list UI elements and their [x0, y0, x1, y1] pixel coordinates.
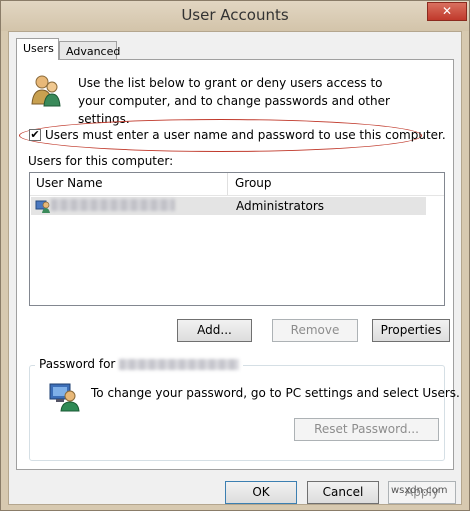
close-icon: ✕ — [441, 4, 453, 18]
user-account-icon — [35, 200, 50, 213]
users-list-label: Users for this computer: — [28, 154, 174, 168]
password-group-legend: Password for — [35, 357, 244, 371]
checkmark-icon: ✔ — [30, 128, 40, 141]
table-row[interactable]: Administrators — [31, 197, 426, 215]
window-title: User Accounts — [181, 6, 289, 24]
column-header-group[interactable]: Group — [235, 176, 272, 190]
users-listview[interactable]: User Name Group Administrators — [29, 172, 445, 306]
properties-button[interactable]: Properties — [372, 319, 450, 342]
reset-password-button[interactable]: Reset Password... — [294, 418, 439, 441]
require-login-checkbox[interactable]: ✔ — [29, 129, 41, 141]
listview-header: User Name Group — [30, 173, 444, 196]
column-divider[interactable] — [227, 173, 228, 195]
users-group-icon — [31, 75, 61, 107]
password-instructions: To change your password, go to PC settin… — [91, 386, 460, 400]
remove-button[interactable]: Remove — [272, 319, 358, 342]
redacted-user-name — [119, 359, 240, 370]
users-tab-panel: Use the list below to grant or deny user… — [16, 59, 460, 470]
watermark: wsxdn.com — [391, 485, 448, 496]
require-login-label[interactable]: Users must enter a user name and passwor… — [45, 128, 446, 142]
cancel-button[interactable]: Cancel — [307, 481, 379, 504]
add-button[interactable]: Add... — [177, 319, 252, 342]
password-group-title: Password for — [39, 357, 116, 371]
tab-users[interactable]: Users — [16, 38, 59, 60]
tab-advanced[interactable]: Advanced — [59, 41, 120, 61]
group-cell: Administrators — [236, 199, 325, 213]
ok-button[interactable]: OK — [225, 481, 297, 504]
title-bar[interactable]: User Accounts ✕ — [1, 1, 469, 31]
user-accounts-window: User Accounts ✕ Users Advanced Use the l… — [0, 0, 470, 511]
user-name-cell-redacted — [51, 199, 175, 211]
column-header-user-name[interactable]: User Name — [36, 176, 103, 190]
close-button[interactable]: ✕ — [427, 2, 467, 21]
password-group: Password for To change your password, go… — [29, 357, 460, 461]
password-user-icon — [49, 383, 80, 412]
require-login-row[interactable]: ✔ Users must enter a user name and passw… — [29, 127, 446, 145]
dialog-client-area: Users Advanced Use the list below to gra… — [8, 31, 462, 505]
